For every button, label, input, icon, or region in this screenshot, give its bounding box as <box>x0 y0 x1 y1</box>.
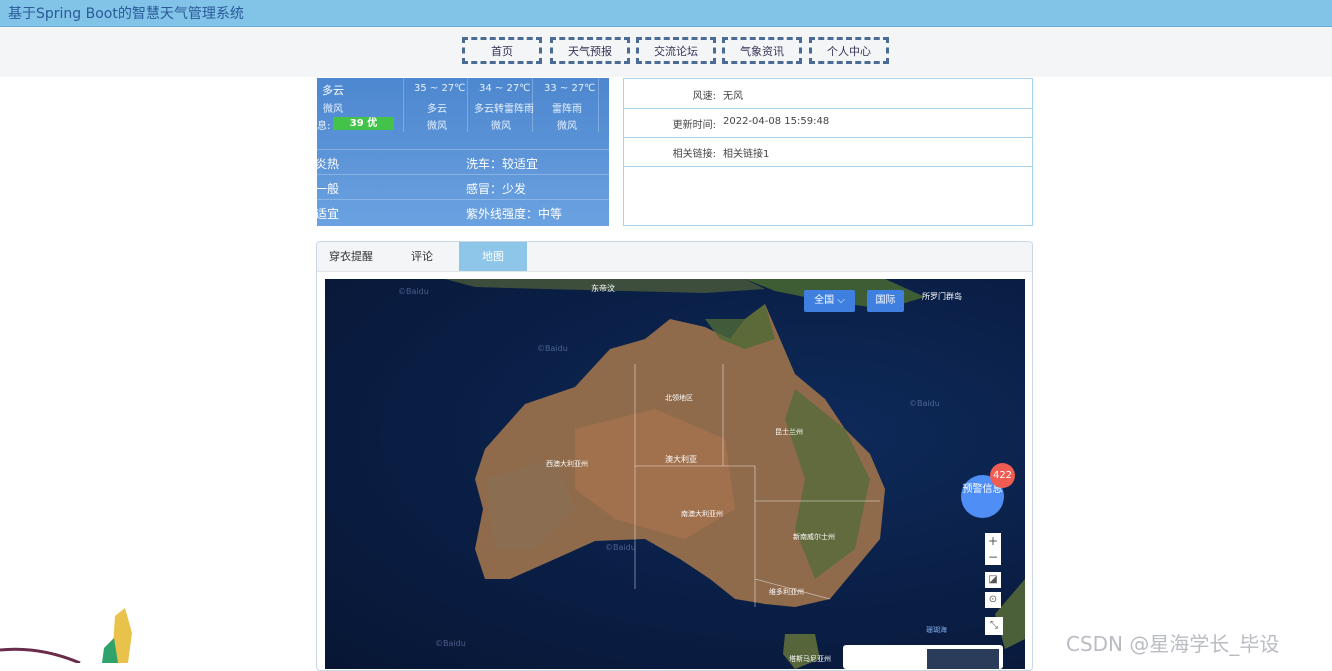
divider <box>598 78 599 132</box>
forecast-cond: 多云 <box>427 104 447 115</box>
map-label: 所罗门群岛 <box>922 292 962 301</box>
nav-news[interactable]: 气象资讯 <box>722 37 802 64</box>
forecast-cond: 多云转雷阵雨 <box>474 104 534 115</box>
forecast-cond: 雷阵雨 <box>552 104 582 115</box>
zoom-out-button[interactable]: − <box>985 549 1001 565</box>
index-row: 一般 感冒：少发 <box>317 174 609 199</box>
index-row: 适宜 紫外线强度：中等 <box>317 199 609 224</box>
main-nav: 首页 天气预报 交流论坛 气象资讯 个人中心 <box>0 27 1332 77</box>
related-link[interactable]: 相关链接1 <box>723 145 769 160</box>
warning-count-badge: 422 <box>990 463 1015 488</box>
map-country-label: 全国 <box>814 295 835 306</box>
map-label: 东帝汶 <box>591 284 615 293</box>
index-left: 适宜 <box>317 207 340 221</box>
aqi-prefix: 息: <box>317 121 331 132</box>
nav-home[interactable]: 首页 <box>462 37 542 64</box>
csdn-watermark: CSDN @星海学长_毕设 <box>1066 632 1280 656</box>
weather-info-table: 风速: 无风 更新时间: 2022-04-08 15:59:48 相关链接: 相… <box>623 78 1033 226</box>
index-left: 一般 <box>317 182 340 196</box>
info-label: 相关链接: <box>672 149 716 160</box>
tab-map[interactable]: 地图 <box>459 242 527 271</box>
map-watermark: ©Baidu <box>398 287 429 296</box>
divider <box>467 78 468 132</box>
nav-forum[interactable]: 交流论坛 <box>636 37 716 64</box>
map-label: 澳大利亚 <box>665 455 697 464</box>
index-row: 炎热 洗车：较适宜 <box>317 149 609 174</box>
index-right: 洗车：较适宜 <box>466 157 539 171</box>
info-value: 无风 <box>723 91 743 102</box>
map-watermark: ©Baidu <box>537 344 568 353</box>
tab-bar: 穿衣提醒 评论 地图 <box>317 242 1032 272</box>
info-row-link: 相关链接: 相关链接1 <box>624 137 1032 167</box>
map-label: 南澳大利亚州 <box>681 510 723 518</box>
zoom-in-button[interactable]: + <box>985 533 1001 549</box>
locate-icon[interactable]: ⊙ <box>985 592 1001 608</box>
today-condition: 多云 <box>322 84 344 97</box>
map-label: 西澳大利亚州 <box>546 460 588 468</box>
map-label: 珊瑚海 <box>926 626 947 634</box>
info-label: 风速: <box>692 91 716 102</box>
zoom-control: + − <box>985 533 1001 565</box>
info-value: 2022-04-08 15:59:48 <box>723 116 830 127</box>
satellite-thumb[interactable] <box>927 649 999 669</box>
map-watermark: ©Baidu <box>605 543 636 552</box>
decoration-graphic <box>0 608 132 663</box>
info-row-wind: 风速: 无风 <box>624 79 1032 109</box>
weather-widget: 多云 微风 息: 39 优 35 ~ 27℃ 多云 微风 34 ~ 27℃ 多云… <box>317 78 609 226</box>
map-view[interactable]: 东帝汶 所罗门群岛 澳大利亚 北领地区 昆士兰州 西澳大利亚州 南澳大利亚州 新… <box>325 279 1025 669</box>
map-label: 北领地区 <box>665 394 693 402</box>
app-title: 基于Spring Boot的智慧天气管理系统 <box>8 6 244 22</box>
tab-comments[interactable]: 评论 <box>392 242 452 271</box>
info-row-updated: 更新时间: 2022-04-08 15:59:48 <box>624 108 1032 138</box>
forecast-temp: 35 ~ 27℃ <box>414 83 466 94</box>
map-label: 维多利亚州 <box>769 588 804 596</box>
index-left: 炎热 <box>317 157 340 171</box>
map-type-switcher[interactable] <box>843 645 1003 669</box>
forecast-temp: 34 ~ 27℃ <box>479 83 531 94</box>
forecast-wind: 微风 <box>427 121 447 132</box>
chevron-down-icon: ⌵ <box>837 295 845 306</box>
tab-clothing[interactable]: 穿衣提醒 <box>317 242 385 271</box>
nav-profile[interactable]: 个人中心 <box>809 37 889 64</box>
aqi-badge: 39 优 <box>333 117 394 130</box>
forecast-wind: 微风 <box>557 121 577 132</box>
index-right: 感冒：少发 <box>466 182 527 196</box>
index-right: 紫外线强度：中等 <box>466 207 563 221</box>
forecast-wind: 微风 <box>491 121 511 132</box>
map-watermark: ©Baidu <box>909 399 940 408</box>
title-bar: 基于Spring Boot的智慧天气管理系统 <box>0 0 1332 27</box>
today-wind: 微风 <box>323 104 343 115</box>
forecast-temp: 33 ~ 27℃ <box>544 83 596 94</box>
map-intl-button[interactable]: 国际 <box>867 290 904 312</box>
map-watermark: ©Baidu <box>435 639 466 648</box>
nav-forecast[interactable]: 天气预报 <box>550 37 630 64</box>
map-label: 新南威尔士州 <box>793 533 835 541</box>
map-country-button[interactable]: 全国 ⌵ <box>804 290 855 312</box>
divider <box>403 78 404 132</box>
map-label: 昆士兰州 <box>775 428 803 436</box>
fullscreen-icon[interactable]: ⤡ <box>985 617 1003 635</box>
china-map-icon[interactable]: ◪ <box>985 572 1001 588</box>
map-terrain <box>445 279 1025 669</box>
info-label: 更新时间: <box>672 120 716 131</box>
